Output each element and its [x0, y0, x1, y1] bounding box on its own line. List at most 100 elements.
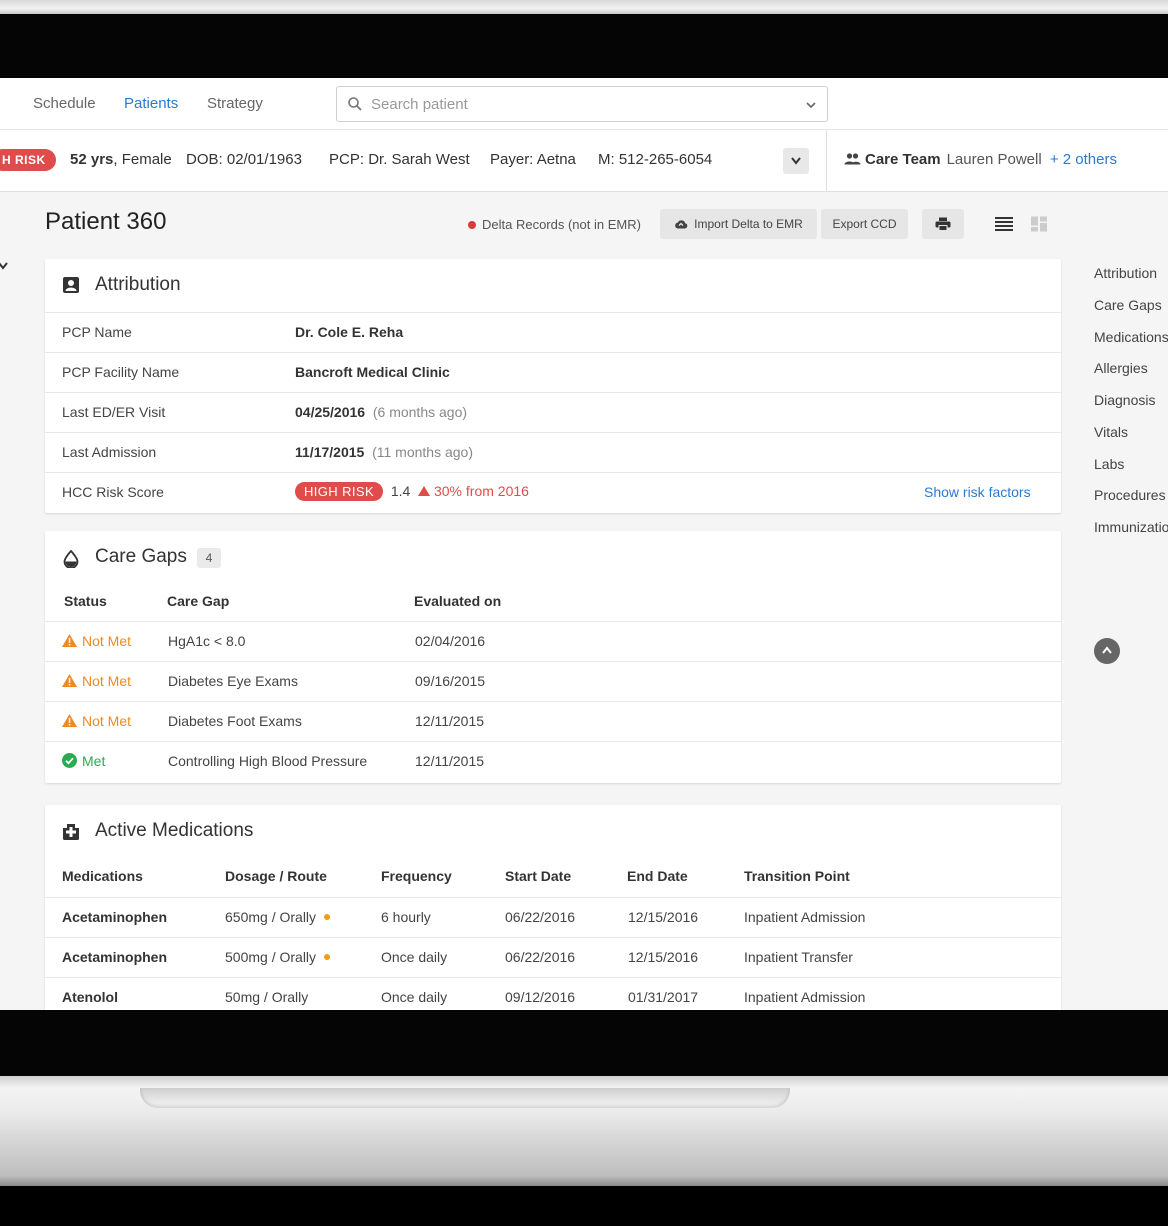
- payer-label: Payer:: [490, 151, 534, 168]
- rail-item-care-gaps[interactable]: Care Gaps: [1094, 297, 1162, 313]
- patient-age: 52 yrs: [70, 151, 114, 168]
- show-risk-factors-link[interactable]: Show risk factors: [924, 484, 1031, 500]
- laptop-lid-edge: [0, 0, 1168, 14]
- grid-view-icon[interactable]: [1030, 216, 1048, 232]
- care-gaps-count: 4: [197, 548, 221, 568]
- patient-mobile: M: 512-265-6054: [598, 151, 712, 168]
- gap-name: HgA1c < 8.0: [168, 633, 246, 649]
- med-frequency: Once daily: [381, 949, 448, 965]
- rail-item-procedures[interactable]: Procedures: [1094, 487, 1166, 503]
- ed-visit-date: 04/25/2016: [295, 404, 366, 420]
- facility-value: Bancroft Medical Clinic: [295, 364, 450, 380]
- gap-status: Met: [62, 753, 105, 769]
- care-team: Care Team Lauren Powell + 2 others: [844, 151, 1117, 168]
- import-delta-button[interactable]: Import Delta to EMR: [660, 209, 817, 239]
- list-view-icon[interactable]: [995, 216, 1013, 232]
- rail-item-attribution[interactable]: Attribution: [1094, 265, 1157, 281]
- patient-payer: Payer: Aetna: [490, 151, 576, 168]
- care-gaps-title: Care Gaps: [95, 546, 187, 567]
- gap-name: Controlling High Blood Pressure: [168, 753, 368, 769]
- table-row: Not Met Diabetes Foot Exams 12/11/2015: [45, 701, 1061, 741]
- gap-status-text: Not Met: [82, 633, 132, 649]
- patient-gender: Female: [121, 151, 172, 168]
- medication-icon: [63, 824, 79, 840]
- med-frequency: Once daily: [381, 989, 448, 1005]
- med-end: 12/15/2016: [628, 909, 699, 925]
- app-screen: Schedule Patients Strategy H RISK 52 yrs…: [0, 78, 1168, 1010]
- id-badge-icon: [63, 277, 79, 293]
- med-start: 06/22/2016: [505, 909, 576, 925]
- patient-dob: DOB: 02/01/1963: [186, 151, 302, 168]
- export-ccd-button[interactable]: Export CCD: [821, 209, 908, 239]
- table-row: Acetaminophen 650mg / Orally 6 hourly 06…: [45, 897, 1061, 937]
- patient-summary-bar: H RISK 52 yrs, Female DOB: 02/01/1963 PC…: [0, 130, 1168, 192]
- col-header-end-date: End Date: [627, 868, 688, 884]
- col-header-medications: Medications: [62, 868, 143, 884]
- search-input[interactable]: [371, 93, 791, 115]
- expand-patient-button[interactable]: [783, 148, 809, 174]
- rail-item-labs[interactable]: Labs: [1094, 456, 1124, 472]
- check-circle-icon: [62, 753, 77, 768]
- attribution-value: Bancroft Medical Clinic: [295, 364, 450, 380]
- delta-records-legend: Delta Records (not in EMR): [468, 217, 641, 232]
- gap-status-text: Not Met: [82, 713, 132, 729]
- col-header-dosage: Dosage / Route: [225, 868, 327, 884]
- care-team-member: Lauren Powell: [946, 151, 1042, 168]
- gap-status-text: Met: [82, 753, 106, 769]
- col-header-evaluated: Evaluated on: [414, 593, 502, 609]
- attribution-row: HCC Risk Score HIGH RISK 1.4 30% from 20…: [45, 472, 1061, 512]
- attribution-value: Dr. Cole E. Reha: [295, 324, 403, 340]
- risk-change: 30% from 2016: [433, 483, 529, 499]
- scroll-top-button[interactable]: [1094, 638, 1120, 664]
- med-dosage-text: 500mg / Orally: [225, 949, 317, 965]
- laptop-shadow: [0, 1186, 1168, 1226]
- pcp-name-value: Dr. Cole E. Reha: [295, 324, 404, 340]
- nav-strategy[interactable]: Strategy: [207, 95, 263, 112]
- medications-card: Active Medications Medications Dosage / …: [45, 805, 1061, 1010]
- patient-pcp: PCP: Dr. Sarah West: [329, 151, 470, 168]
- screen-bezel-top: [0, 14, 1168, 78]
- table-row: Atenolol 50mg / Orally Once daily 09/12/…: [45, 977, 1061, 1010]
- people-icon: [844, 153, 861, 165]
- patient-demographics: 52 yrs, Female: [70, 151, 172, 168]
- admission-note: (11 months ago): [372, 444, 473, 460]
- care-team-label: Care Team: [865, 151, 941, 168]
- attribution-row: PCP Facility Name Bancroft Medical Clini…: [45, 352, 1061, 392]
- medications-title: Active Medications: [95, 820, 254, 841]
- import-delta-label: Import Delta to EMR: [694, 217, 803, 231]
- med-end: 01/31/2017: [628, 989, 699, 1005]
- gap-status-text: Not Met: [82, 673, 132, 689]
- print-button[interactable]: [922, 209, 964, 239]
- col-header-status: Status: [64, 593, 107, 609]
- warning-icon: [62, 674, 77, 687]
- col-header-care-gap: Care Gap: [167, 593, 230, 609]
- gap-status: Not Met: [62, 673, 131, 689]
- mobile-value: 512-265-6054: [618, 151, 713, 168]
- gap-status: Not Met: [62, 633, 131, 649]
- gap-date: 12/11/2015: [415, 713, 485, 729]
- cloud-upload-icon: [675, 220, 688, 229]
- table-row: Not Met Diabetes Eye Exams 09/16/2015: [45, 661, 1061, 701]
- med-dosage: 500mg / Orally: [225, 949, 331, 965]
- rail-item-diagnosis[interactable]: Diagnosis: [1094, 392, 1155, 408]
- chevron-down-icon[interactable]: [805, 99, 817, 111]
- rail-item-immunizations[interactable]: Immunizations: [1094, 519, 1168, 535]
- nav-patients[interactable]: Patients: [124, 95, 178, 112]
- med-start: 06/22/2016: [505, 949, 576, 965]
- rail-item-allergies[interactable]: Allergies: [1094, 360, 1148, 376]
- attribution-label: Last Admission: [62, 444, 157, 460]
- col-header-start-date: Start Date: [505, 868, 572, 884]
- nav-schedule[interactable]: Schedule: [33, 95, 96, 112]
- col-header-frequency: Frequency: [381, 868, 452, 884]
- rail-item-medications[interactable]: Medications: [1094, 329, 1168, 345]
- rail-item-vitals[interactable]: Vitals: [1094, 424, 1128, 440]
- med-transition: Inpatient Admission: [744, 989, 866, 1005]
- care-team-more-link[interactable]: + 2 others: [1050, 151, 1117, 168]
- patient-search[interactable]: [336, 86, 828, 122]
- chevron-up-icon: [1102, 646, 1112, 654]
- chevron-down-icon: [791, 157, 801, 165]
- med-dosage: 650mg / Orally: [225, 909, 331, 925]
- med-end: 12/15/2016: [628, 949, 699, 965]
- attribution-title: Attribution: [95, 274, 181, 295]
- ed-visit-note: (6 months ago): [372, 404, 468, 420]
